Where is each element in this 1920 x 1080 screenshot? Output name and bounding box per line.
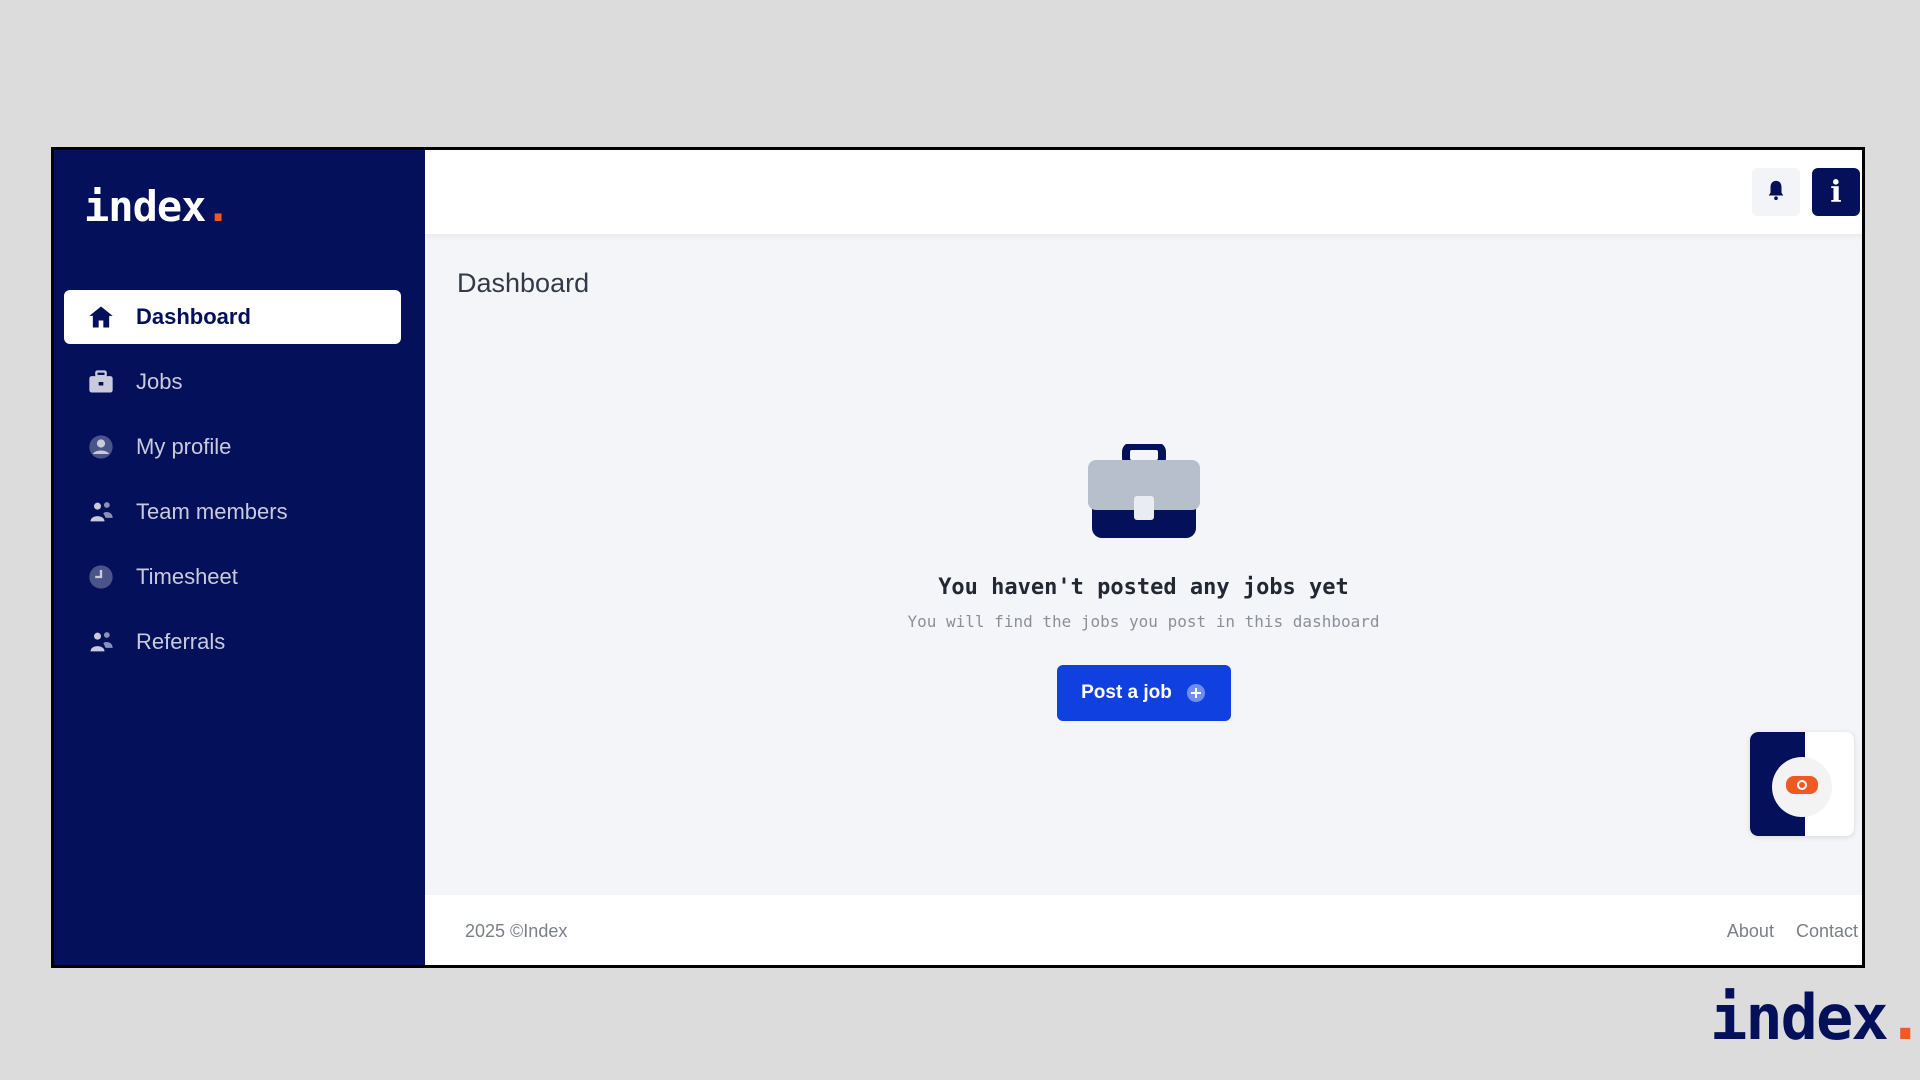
user-circle-icon xyxy=(86,432,116,462)
users-icon xyxy=(86,497,116,527)
bell-icon xyxy=(1765,178,1787,207)
brand-watermark: index. xyxy=(1710,981,1920,1054)
sidebar-item-my-profile[interactable]: My profile xyxy=(64,420,401,474)
contact-link[interactable]: Contact xyxy=(1796,921,1858,942)
briefcase-icon xyxy=(86,367,116,397)
sidebar-item-referrals[interactable]: Referrals xyxy=(64,615,401,669)
sidebar: index. Dashboard Jobs My profile Team me… xyxy=(54,150,425,965)
empty-state-title: You haven't posted any jobs yet xyxy=(938,575,1349,600)
users-icon xyxy=(86,627,116,657)
watermark-dot: . xyxy=(1886,981,1920,1054)
info-icon: i xyxy=(1830,174,1842,210)
sidebar-item-timesheet[interactable]: Timesheet xyxy=(64,550,401,604)
info-button[interactable]: i xyxy=(1812,168,1860,216)
home-icon xyxy=(86,302,116,332)
footer: 2025 ©Index About Contact xyxy=(425,895,1862,965)
main-panel: i Dashboard You haven't posted any jobs … xyxy=(425,150,1862,965)
logo-dot: . xyxy=(205,182,230,231)
post-a-job-label: Post a job xyxy=(1081,682,1172,703)
plus-circle-icon xyxy=(1186,683,1206,703)
sidebar-nav: Dashboard Jobs My profile Team members T… xyxy=(64,290,401,680)
logo-text: index xyxy=(84,182,206,231)
sidebar-item-label: Team members xyxy=(136,499,288,524)
sidebar-item-team-members[interactable]: Team members xyxy=(64,485,401,539)
widget-button[interactable] xyxy=(1772,757,1832,817)
copyright-text: 2025 ©Index xyxy=(465,921,568,941)
floating-widget[interactable] xyxy=(1750,732,1854,836)
footer-links: About Contact xyxy=(1727,921,1858,942)
sidebar-item-label: Jobs xyxy=(136,369,183,394)
clock-icon xyxy=(86,562,116,592)
briefcase-icon xyxy=(1087,442,1200,545)
sidebar-item-dashboard[interactable]: Dashboard xyxy=(64,290,401,344)
page-title: Dashboard xyxy=(457,268,590,298)
top-bar: i xyxy=(425,150,1862,234)
sidebar-item-label: Referrals xyxy=(136,629,226,654)
sidebar-item-jobs[interactable]: Jobs xyxy=(64,355,401,409)
post-a-job-button[interactable]: Post a job xyxy=(1056,665,1231,721)
record-icon xyxy=(1785,774,1819,801)
dashboard-content: Dashboard You haven't posted any jobs ye… xyxy=(425,234,1862,895)
sidebar-item-label: Dashboard xyxy=(136,304,251,329)
sidebar-item-label: Timesheet xyxy=(136,564,238,589)
notifications-button[interactable] xyxy=(1752,168,1800,216)
sidebar-item-label: My profile xyxy=(136,434,232,459)
watermark-text: index xyxy=(1710,981,1889,1054)
about-link[interactable]: About xyxy=(1727,921,1774,942)
app-window: index. Dashboard Jobs My profile Team me… xyxy=(51,147,1865,968)
logo[interactable]: index. xyxy=(84,182,231,231)
empty-state: You haven't posted any jobs yet You will… xyxy=(425,442,1862,721)
empty-state-subtitle: You will find the jobs you post in this … xyxy=(907,612,1380,631)
